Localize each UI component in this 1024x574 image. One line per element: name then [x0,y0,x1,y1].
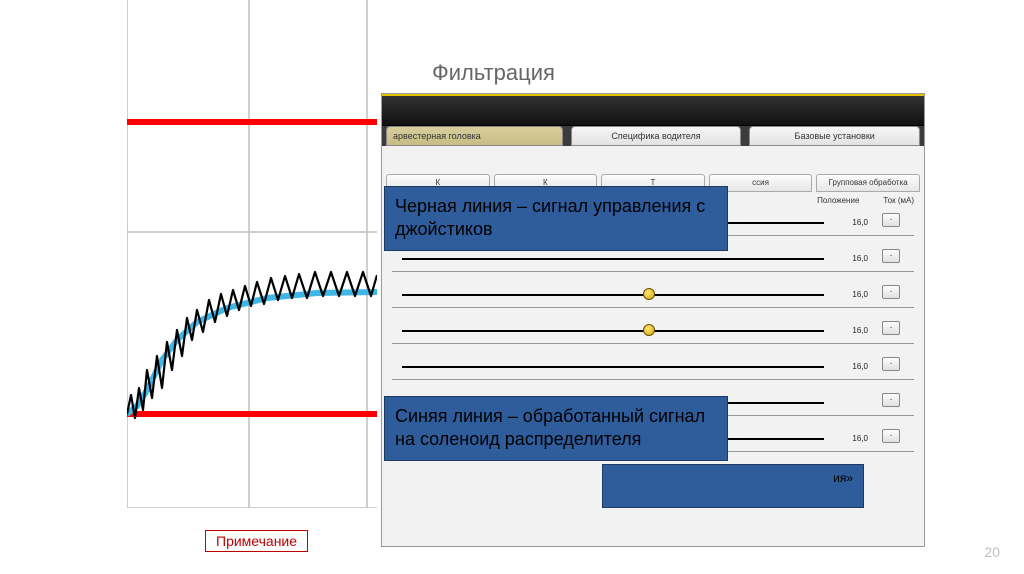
slider-button[interactable]: · [882,285,900,299]
slider-thumb[interactable] [643,288,655,300]
slider-button[interactable]: · [882,357,900,371]
slider-row: 16,0 · [392,316,914,344]
slider-row: 16,0 · [392,280,914,308]
app-toolbar [382,94,924,126]
slider-button[interactable]: · [882,213,900,227]
slider-value: 16,0 [852,326,868,335]
filtration-button-partial[interactable]: ия» [602,464,864,508]
slider-value: 16,0 [852,218,868,227]
note-box: Примечание [205,530,308,552]
slider-track [402,330,824,332]
slider-button[interactable]: · [882,393,900,407]
page-title: Фильтрация [432,60,555,86]
slider-button[interactable]: · [882,429,900,443]
header-current: Ток (мА) [883,196,914,205]
slider-button[interactable]: · [882,249,900,263]
slider-value: 16,0 [852,362,868,371]
callout-blue-line: Синяя линия – обработанный сигнал на сол… [384,396,728,461]
tab-harvester-head[interactable]: арвестерная головка [386,126,563,146]
slider-row: 16,0 · [392,352,914,380]
sub-tab-group-processing[interactable]: Групповая обработка [816,174,920,192]
tab-driver-specifics[interactable]: Специфика водителя [571,126,742,146]
main-tabs: арвестерная головка Специфика водителя Б… [382,126,924,146]
slider-track [402,294,824,296]
page-number: 20 [984,544,1000,560]
slider-thumb[interactable] [643,324,655,336]
column-headers: Положение Ток (мА) [817,196,914,205]
slider-track [402,366,824,368]
callout-black-line: Черная линия – сигнал управления с джойс… [384,186,728,251]
slider-value: 16,0 [852,254,868,263]
header-position: Положение [817,196,859,205]
slider-track [402,258,824,260]
slider-value: 16,0 [852,290,868,299]
signal-chart [127,0,377,508]
tab-base-settings[interactable]: Базовые установки [749,126,920,146]
slider-button[interactable]: · [882,321,900,335]
slider-value: 16,0 [852,434,868,443]
